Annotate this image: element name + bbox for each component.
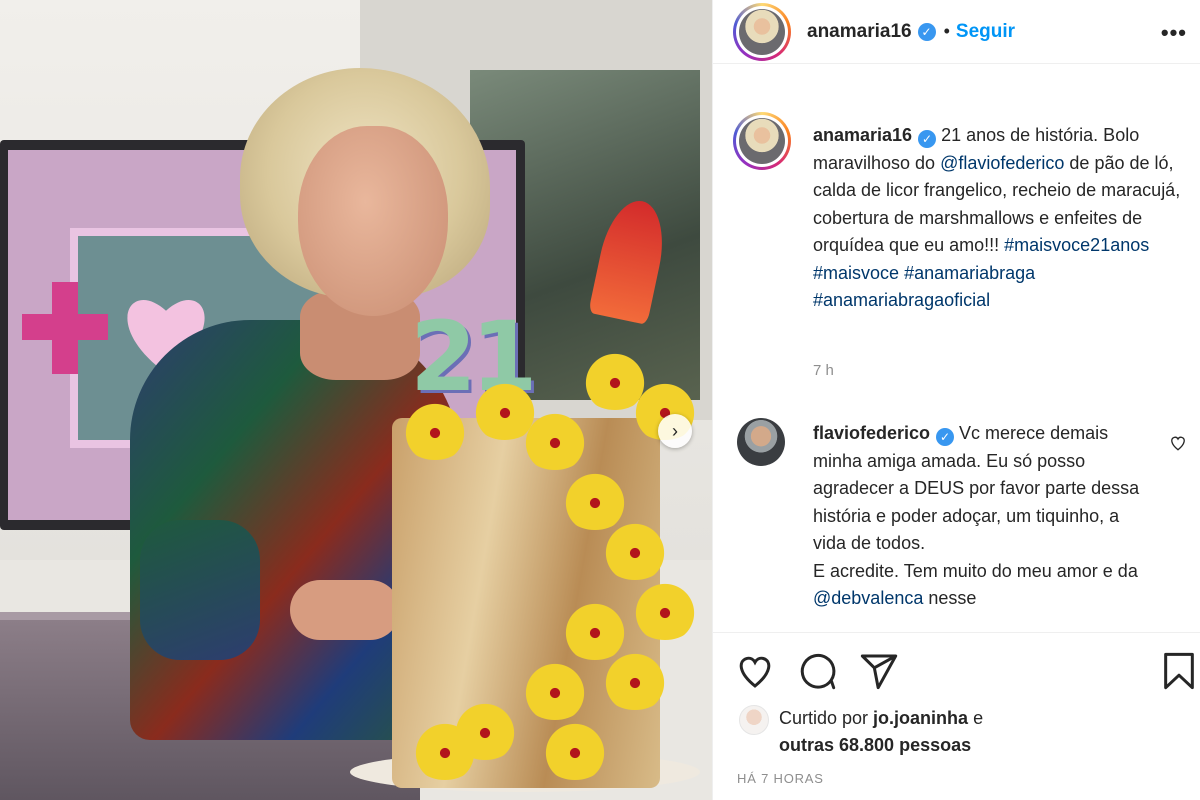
caption-timestamp[interactable]: 7 h <box>813 362 834 379</box>
author-avatar[interactable] <box>733 2 791 61</box>
comment-icon[interactable] <box>797 651 837 691</box>
hashtag-link[interactable]: #anamariabraga <box>904 263 1035 283</box>
caption-username[interactable]: anamaria16 <box>813 125 912 145</box>
liked-by-prefix: Curtido por <box>779 708 874 728</box>
carousel-next-button[interactable]: › <box>658 414 692 448</box>
mention-link[interactable]: @debvalenca <box>813 588 923 608</box>
hashtag-link[interactable]: #maisvoce <box>813 263 899 283</box>
liked-by-and: e <box>968 708 984 728</box>
caption-text: anamaria16 ✓ 21 anos de história. Bolo ma… <box>813 122 1193 315</box>
orchid-flower <box>520 410 590 470</box>
heart-icon[interactable] <box>735 651 775 691</box>
orchid-flower <box>630 580 700 640</box>
author-avatar-image <box>739 8 785 55</box>
comment-like-heart-icon[interactable] <box>1169 434 1187 452</box>
follow-button[interactable]: Seguir <box>956 21 1015 43</box>
share-icon[interactable] <box>859 651 899 691</box>
likes-text: Curtido por jo.joaninha e outras 68.800 … <box>779 705 983 759</box>
commenter-avatar[interactable] <box>737 418 785 466</box>
orchid-flower <box>400 400 470 460</box>
orchid-flower <box>560 600 630 660</box>
comment-text: flaviofederico ✓ Vc merece demais minha a… <box>813 420 1143 630</box>
person-hand <box>290 580 400 640</box>
comment-segment: E acredite. Tem muito do meu amor e da <box>813 560 1138 581</box>
post-time-ago[interactable]: HÁ 7 HORAS <box>737 771 824 786</box>
orchid-flower <box>560 470 630 530</box>
commenter-username[interactable]: flaviofederico <box>813 423 930 443</box>
hashtag-link[interactable]: #maisvoce21anos <box>1004 235 1149 255</box>
caption-avatar[interactable] <box>733 112 791 170</box>
plus-logo-horizontal <box>22 314 108 340</box>
mention-link[interactable]: @flaviofederico <box>940 153 1064 173</box>
post-details-panel: anamaria16 ✓ • Seguir ••• anamaria16 ✓ 21… <box>712 0 1200 800</box>
post-actions: Curtido por jo.joaninha e outras 68.800 … <box>713 632 1200 800</box>
liked-by-others-link[interactable]: outras 68.800 pessoas <box>779 735 971 755</box>
author-username[interactable]: anamaria16 <box>807 21 912 43</box>
comment-segment: nesse <box>923 588 977 608</box>
caption-avatar-image <box>739 118 785 164</box>
post-header: anamaria16 ✓ • Seguir ••• <box>713 0 1200 64</box>
separator-dot: • <box>943 21 950 41</box>
orchid-flower <box>600 650 670 710</box>
verified-badge-icon: ✓ <box>917 22 936 41</box>
bookmark-icon[interactable] <box>1159 651 1199 691</box>
orchid-flower <box>410 720 480 780</box>
orchid-flower <box>600 520 670 580</box>
post-image[interactable]: 21 › <box>0 0 712 800</box>
orchid-flower <box>520 660 590 720</box>
liked-by-user-link[interactable]: jo.joaninha <box>873 708 968 728</box>
more-options-icon[interactable]: ••• <box>1161 20 1187 46</box>
verified-badge-icon: ✓ <box>936 428 955 446</box>
likes-summary: Curtido por jo.joaninha e outras 68.800 … <box>739 703 1179 763</box>
liker-avatar[interactable] <box>739 705 769 735</box>
verified-badge-icon: ✓ <box>918 130 937 148</box>
orchid-flower <box>540 720 610 780</box>
person-face <box>298 126 448 316</box>
hashtag-link[interactable]: #anamariabragaoficial <box>813 290 990 310</box>
person-arm <box>140 520 260 660</box>
